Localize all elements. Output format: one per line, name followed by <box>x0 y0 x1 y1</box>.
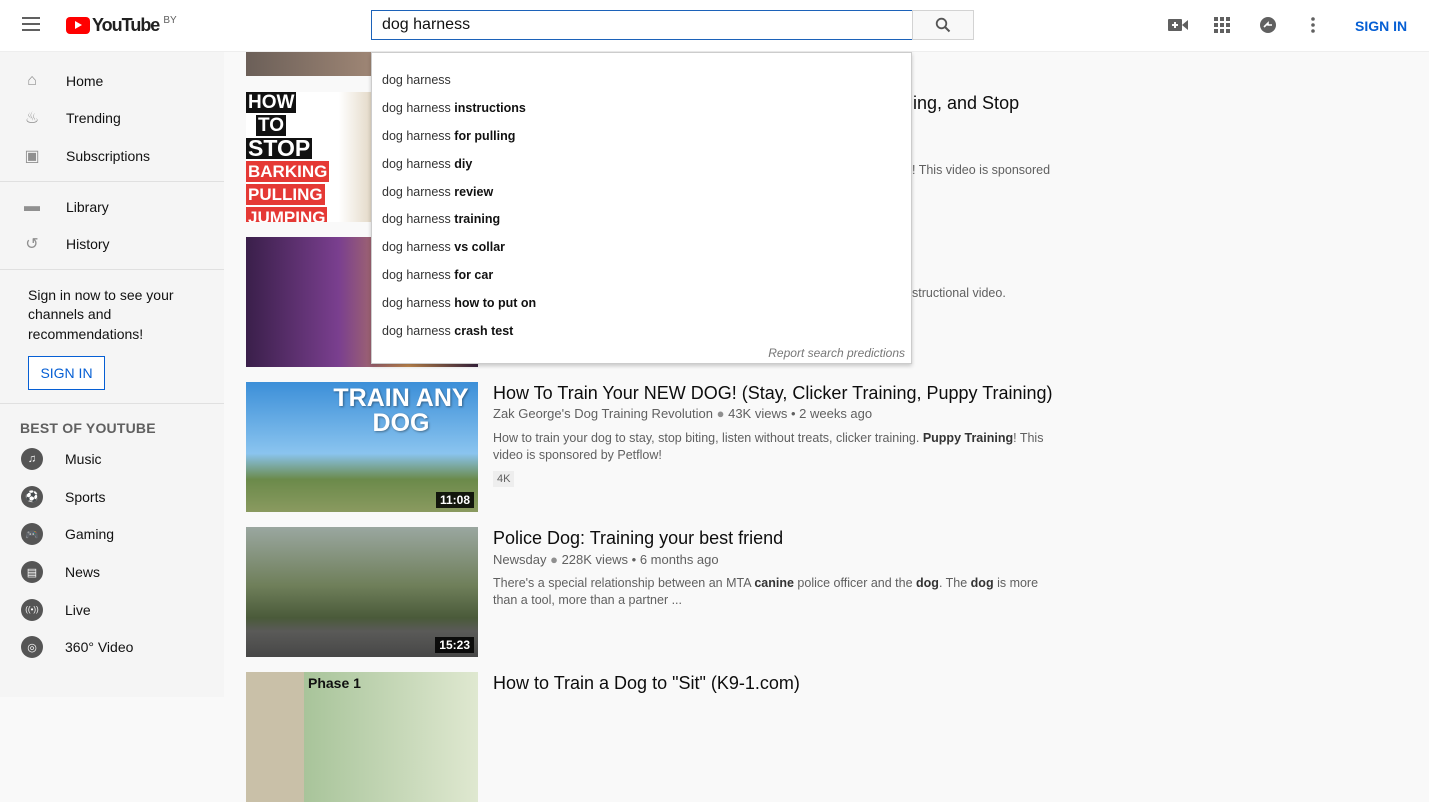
thumbnail-text: TO <box>256 115 286 136</box>
youtube-logo[interactable]: YouTube BY <box>66 15 177 36</box>
report-search-predictions-link[interactable]: Report search predictions <box>768 346 905 360</box>
video-thumbnail[interactable]: Phase 1 <box>246 672 478 802</box>
search-suggestion[interactable]: dog harness how to put on <box>372 293 911 321</box>
sidebar-item-trending[interactable]: ♨ Trending <box>0 100 224 138</box>
sidebar: ⌂Home ♨Trending ▣Subscriptions ▬Library … <box>0 52 224 697</box>
sidebar-item-home[interactable]: ⌂ Home <box>0 62 224 100</box>
history-icon: ↺ <box>22 234 42 254</box>
news-icon: ▤ <box>21 561 43 583</box>
search-suggestion[interactable]: dog harness training <box>372 209 911 237</box>
logo-text: YouTube <box>92 15 159 36</box>
sidebar-sign-in-button[interactable]: SIGN IN <box>28 356 105 390</box>
video-description-fragment: ! This video is sponsored <box>912 163 1050 177</box>
video-thumbnail[interactable]: TRAIN ANY DOG 11:08 <box>246 382 478 512</box>
360-video-icon: ◎ <box>21 636 43 658</box>
sidebar-item-label: Home <box>66 73 103 89</box>
apps-grid-icon[interactable] <box>1211 14 1233 36</box>
divider <box>0 269 224 270</box>
video-title[interactable]: Police Dog: Training your best friend <box>493 528 783 549</box>
thumbnail-text: PULLING <box>246 184 325 205</box>
sidebar-item-label: 360° Video <box>65 639 133 655</box>
upload-age: 2 weeks ago <box>799 406 872 421</box>
thumbnail-text: BARKING <box>246 161 329 182</box>
live-icon: ((•)) <box>21 599 43 621</box>
menu-icon[interactable] <box>22 17 40 31</box>
search-suggestion[interactable]: dog harness <box>372 70 911 98</box>
search-suggestion[interactable]: dog harness vs collar <box>372 237 911 265</box>
search-suggestion[interactable]: dog harness for car <box>372 265 911 293</box>
sports-icon: ⚽ <box>21 486 43 508</box>
search-suggestion[interactable]: dog harness review <box>372 182 911 210</box>
video-title-fragment[interactable]: ing, and Stop <box>912 93 1019 114</box>
sidebar-item-label: Subscriptions <box>66 148 150 164</box>
search-suggestion[interactable]: dog harness diy <box>372 154 911 182</box>
messages-icon[interactable] <box>1257 14 1279 36</box>
channel-name[interactable]: Zak George's Dog Training Revolution <box>493 406 713 421</box>
sidebar-item-label: News <box>65 564 100 580</box>
search-button[interactable] <box>912 10 974 40</box>
upload-age: 6 months ago <box>640 552 719 567</box>
sidebar-item-label: Library <box>66 199 109 215</box>
search-suggestion[interactable]: dog harness for pulling <box>372 126 911 154</box>
video-meta: Newsday ● 228K views • 6 months ago <box>493 552 719 567</box>
sidebar-item-label: Sports <box>65 489 105 505</box>
verified-icon: ● <box>550 552 558 567</box>
channel-name[interactable]: Newsday <box>493 552 546 567</box>
music-icon: ♫ <box>21 448 43 470</box>
thumbnail-text: JUMPING <box>246 207 327 222</box>
subscriptions-icon: ▣ <box>22 146 42 166</box>
video-thumbnail[interactable]: 15:23 <box>246 527 478 657</box>
search-suggestion[interactable]: dog harness instructions <box>372 98 911 126</box>
search-suggestion[interactable]: dog harness crash test <box>372 321 911 349</box>
video-description-fragment: structional video. <box>912 286 1006 300</box>
video-title[interactable]: How to Train a Dog to "Sit" (K9-1.com) <box>493 673 800 694</box>
sidebar-item-label: Trending <box>66 110 121 126</box>
video-duration: 15:23 <box>435 637 474 653</box>
sidebar-item-subscriptions[interactable]: ▣ Subscriptions <box>0 137 224 175</box>
divider <box>0 181 224 182</box>
sidebar-item-live[interactable]: ((•)) Live <box>0 591 224 629</box>
search-input[interactable]: dog harness <box>371 10 913 40</box>
youtube-play-icon <box>66 17 90 34</box>
view-count: 43K views <box>728 406 787 421</box>
sidebar-item-library[interactable]: ▬ Library <box>0 188 224 226</box>
thumbnail-text: STOP <box>246 138 312 159</box>
best-of-youtube-heading: BEST OF YOUTUBE <box>0 410 224 440</box>
sidebar-item-label: Music <box>65 451 102 467</box>
country-code: BY <box>163 15 176 26</box>
thumbnail-text: Phase 1 <box>308 675 361 691</box>
sidebar-item-gaming[interactable]: 🎮 Gaming <box>0 516 224 554</box>
sidebar-item-sports[interactable]: ⚽ Sports <box>0 478 224 516</box>
search-suggestions-dropdown: dog harnessdog harness instructionsdog h… <box>371 52 912 364</box>
sidebar-item-360-video[interactable]: ◎ 360° Video <box>0 628 224 666</box>
sidebar-item-news[interactable]: ▤ News <box>0 553 224 591</box>
search-icon <box>935 17 951 33</box>
folder-icon: ▬ <box>22 197 42 217</box>
gaming-icon: 🎮 <box>21 523 43 545</box>
home-icon: ⌂ <box>22 71 42 91</box>
divider <box>0 403 224 404</box>
verified-icon: ● <box>717 406 725 421</box>
header: YouTube BY dog harness SIGN IN <box>0 0 1429 52</box>
video-title[interactable]: How To Train Your NEW DOG! (Stay, Clicke… <box>493 383 1053 404</box>
sidebar-item-music[interactable]: ♫ Music <box>0 440 224 478</box>
sidebar-item-label: Live <box>65 602 91 618</box>
create-video-icon[interactable] <box>1167 14 1189 36</box>
sidebar-item-label: History <box>66 236 110 252</box>
thumbnail-text: TRAIN ANY DOG <box>326 386 476 436</box>
fire-icon: ♨ <box>22 108 42 128</box>
video-meta: Zak George's Dog Training Revolution ● 4… <box>493 406 872 421</box>
view-count: 228K views <box>562 552 628 567</box>
more-options-icon[interactable] <box>1302 14 1324 36</box>
sign-in-message: Sign in now to see your channels and rec… <box>0 276 224 345</box>
sidebar-item-label: Gaming <box>65 526 114 542</box>
sign-in-link[interactable]: SIGN IN <box>1355 18 1407 34</box>
4k-badge: 4K <box>493 471 514 487</box>
video-duration: 11:08 <box>436 492 474 508</box>
thumbnail-text: HOW <box>246 92 296 113</box>
sidebar-item-history[interactable]: ↺ History <box>0 225 224 263</box>
video-description: There's a special relationship between a… <box>493 575 1063 609</box>
video-description: How to train your dog to stay, stop biti… <box>493 430 1063 464</box>
